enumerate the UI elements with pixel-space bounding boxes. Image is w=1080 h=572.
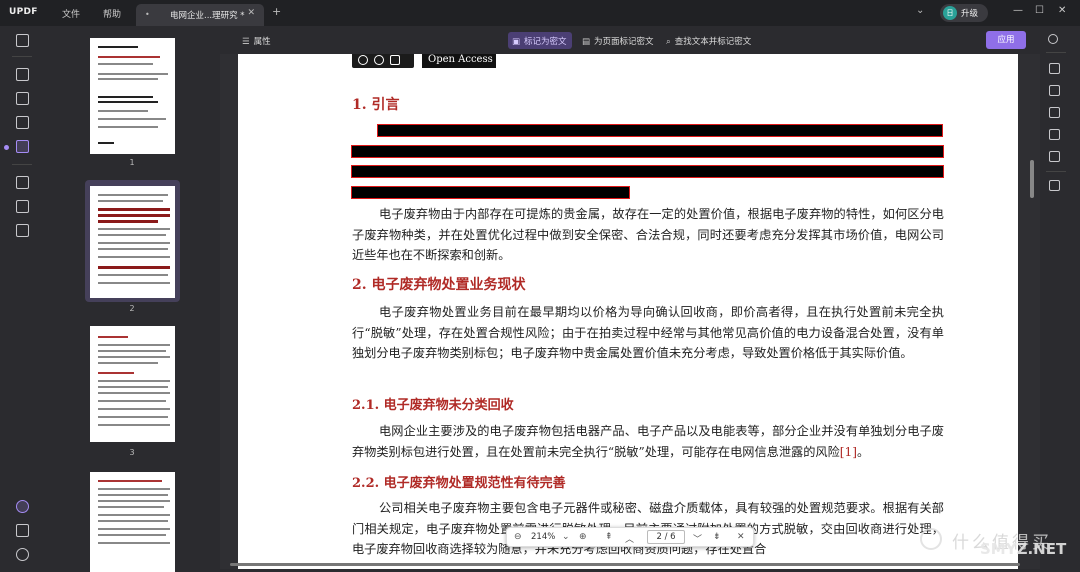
thumbnail-number: 2 <box>129 304 135 313</box>
redaction-mark[interactable] <box>351 145 944 158</box>
divider <box>1046 52 1066 53</box>
maximize-icon[interactable]: ☐ <box>1035 5 1044 16</box>
protect-icon[interactable] <box>1049 107 1060 118</box>
tools-icon[interactable] <box>16 200 29 213</box>
thumbnail-panel: 1 2 3 <box>44 26 220 572</box>
first-page-icon[interactable]: ⇞ <box>605 532 613 542</box>
tab-status-icon: • <box>145 10 150 19</box>
edit-icon[interactable] <box>16 92 29 105</box>
zoom-dropdown-icon[interactable]: ⌄ <box>562 532 570 542</box>
watermark-logo <box>920 528 942 550</box>
mark-redaction-button[interactable]: ▣ 标记为密文 <box>512 35 567 47</box>
vertical-scrollbar[interactable] <box>1030 160 1034 198</box>
comment-icon[interactable] <box>16 68 29 81</box>
redaction-mark[interactable] <box>351 165 944 178</box>
redaction-mark[interactable] <box>351 186 630 199</box>
email-icon[interactable] <box>1049 151 1060 162</box>
redact-icon[interactable] <box>16 140 29 153</box>
cc-license-icon <box>352 54 414 68</box>
watermark: 什么值得买 SMYZ.NET <box>900 524 1080 569</box>
divider <box>12 56 32 57</box>
heading-unclassified: 2.1. 电子废弃物未分类回收 <box>352 398 514 413</box>
search-icon[interactable] <box>1048 34 1058 44</box>
app-logo: UPDF <box>9 7 38 17</box>
document-viewer[interactable]: Open Access 1. 引言 电子废弃物由于内部存在可提炼的贵金属，故存在… <box>220 54 1040 569</box>
previous-page-icon[interactable]: ︿ <box>625 532 634 545</box>
thumbnail-number: 3 <box>129 448 135 457</box>
redact-toolbar: ☰ 属性 ▣ 标记为密文 ▤ 为页面标记密文 ⌕ 查找文本并标记密文 应用 <box>220 26 1040 54</box>
find-and-mark-button[interactable]: ⌕ 查找文本并标记密文 <box>666 35 751 47</box>
zoom-level[interactable]: 214% <box>531 532 555 542</box>
document-tab[interactable]: • 电网企业...理研究 * ✕ <box>136 4 264 26</box>
paragraph: 电子废弃物由于内部存在可提炼的贵金属，故存在一定的处置价值，根据电子废弃物的特性… <box>352 207 944 262</box>
active-indicator <box>4 145 9 150</box>
save-icon[interactable] <box>1049 180 1060 191</box>
properties-button[interactable]: ☰ 属性 <box>242 35 271 47</box>
form-icon[interactable] <box>16 116 29 129</box>
thumbnail-page-1[interactable] <box>90 38 175 154</box>
divider <box>12 164 32 165</box>
close-icon[interactable]: ✕ <box>737 532 745 542</box>
sliders-icon: ☰ <box>242 37 250 47</box>
tab-close-icon[interactable]: ✕ <box>247 8 255 18</box>
page-icon: ▤ <box>582 37 591 47</box>
open-access-badge: Open Access <box>422 54 496 68</box>
title-bar: UPDF 文件 帮助 • 电网企业...理研究 * ✕ + ⌄ 日 升级 — ☐… <box>0 0 1080 26</box>
zoom-out-icon[interactable]: ⊖ <box>514 532 522 542</box>
right-toolbar <box>1040 26 1080 569</box>
share-icon[interactable] <box>1049 129 1060 140</box>
new-tab-icon[interactable]: + <box>272 5 281 18</box>
paragraph: 电子废弃物处置业务目前在最早期均以价格为导向确认回收商，即价高者得，且在执行处置… <box>352 305 944 360</box>
chevron-down-icon[interactable]: ⌄ <box>916 5 924 16</box>
redact-mark-icon: ▣ <box>512 37 521 47</box>
divider <box>1046 171 1066 172</box>
page-number-input[interactable]: 2 / 6 <box>647 530 685 544</box>
thumbnail-page-2[interactable] <box>90 186 175 298</box>
zoom-navigation-bar: ⊖ 214% ⌄ ⊕ ⇞ ︿ 2 / 6 ﹀ ⇟ ✕ <box>506 527 754 547</box>
reader-icon[interactable] <box>16 34 29 47</box>
thumbnail-page-3[interactable] <box>90 326 175 442</box>
menu-file[interactable]: 文件 <box>62 7 80 20</box>
upgrade-button[interactable]: 日 升级 <box>940 4 988 22</box>
pdf-page: Open Access 1. 引言 电子废弃物由于内部存在可提炼的贵金属，故存在… <box>238 54 1018 569</box>
batch-icon[interactable] <box>16 224 29 237</box>
mark-page-button[interactable]: ▤ 为页面标记密文 <box>582 35 654 47</box>
avatar: 日 <box>943 6 957 20</box>
close-window-icon[interactable]: ✕ <box>1058 5 1066 16</box>
redaction-mark[interactable] <box>377 124 943 137</box>
heading-business-status: 2. 电子废弃物处置业务现状 <box>352 277 526 293</box>
bookmark-icon[interactable] <box>16 524 29 537</box>
menu-help[interactable]: 帮助 <box>103 7 121 20</box>
upgrade-label: 升级 <box>961 9 979 19</box>
thumbnail-number: 1 <box>129 158 135 167</box>
last-page-icon[interactable]: ⇟ <box>713 532 721 542</box>
heading-normative: 2.2. 电子废弃物处置规范性有待完善 <box>352 476 566 491</box>
next-page-icon[interactable]: ﹀ <box>693 532 702 545</box>
minimize-icon[interactable]: — <box>1013 5 1023 16</box>
citation-link[interactable]: [1] <box>840 445 857 459</box>
heading-introduction: 1. 引言 <box>352 97 400 113</box>
tab-title: 电网企业...理研究 * <box>170 11 245 21</box>
ocr-icon[interactable] <box>1049 63 1060 74</box>
organize-pages-icon[interactable] <box>16 176 29 189</box>
attachment-icon[interactable] <box>16 548 29 561</box>
layers-icon[interactable] <box>16 500 29 513</box>
left-toolbar <box>0 26 44 569</box>
apply-button[interactable]: 应用 <box>986 31 1026 49</box>
zoom-in-icon[interactable]: ⊕ <box>579 532 587 542</box>
thumbnail-page-4[interactable] <box>90 472 175 572</box>
convert-icon[interactable] <box>1049 85 1060 96</box>
paragraph: 电网企业主要涉及的电子废弃物包括电器产品、电子产品以及电能表等，部分企业并没有单… <box>352 424 944 459</box>
find-text-icon: ⌕ <box>666 37 671 47</box>
